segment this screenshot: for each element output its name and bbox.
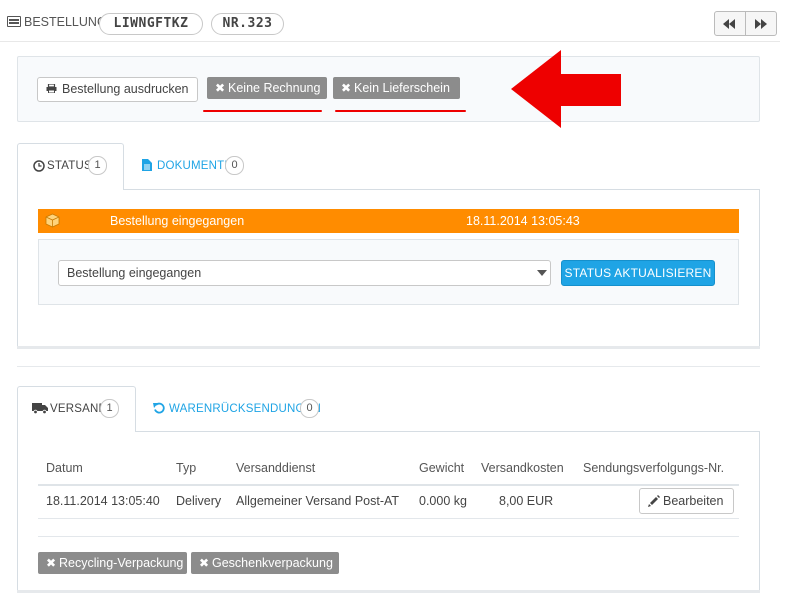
table-header-tracking: Sendungsverfolgungs-Nr. [583, 461, 725, 475]
panel-shadow [17, 346, 760, 349]
recycling-packaging-label: Recycling-Verpackung [59, 556, 184, 570]
panel-shadow [17, 590, 760, 593]
status-history-name: Bestellung eingegangen [110, 214, 245, 228]
close-icon: ✖ [46, 556, 57, 570]
section-divider [38, 536, 739, 537]
close-icon: ✖ [199, 556, 210, 570]
table-header-carrier: Versanddienst [236, 461, 316, 475]
table-header-type: Typ [176, 461, 197, 475]
table-header-weight: Gewicht [419, 461, 465, 475]
rewind-icon-part [729, 19, 735, 29]
pencil-icon [648, 495, 660, 507]
table-header-cost: Versandkosten [481, 461, 564, 475]
no-delivery-slip-label: Kein Lieferschein [354, 81, 450, 95]
table-header-divider [38, 484, 739, 486]
order-reference-badge: LIWNGFTKZ [99, 13, 203, 35]
chevron-down-icon [537, 270, 547, 276]
printer-icon [46, 84, 57, 93]
page-title: BESTELLUNG [24, 15, 107, 29]
tab-returns-label: WARENRÜCKSENDUNGEN [169, 403, 322, 415]
file-icon [142, 159, 152, 171]
no-invoice-label: Keine Rechnung [228, 81, 321, 95]
order-number-badge: NR.323 [211, 13, 284, 35]
undo-icon [153, 402, 165, 414]
annotation-underline [335, 110, 466, 112]
clock-icon [33, 160, 45, 172]
shipment-carrier: Allgemeiner Versand Post-AT [236, 494, 400, 508]
table-row-divider [38, 518, 739, 519]
shipment-cost: 8,00 EUR [499, 494, 554, 508]
update-status-button[interactable]: STATUS AKTUALISIEREN [561, 260, 715, 286]
shipment-type: Delivery [176, 494, 222, 508]
no-invoice-button[interactable]: ✖ Keine Rechnung [207, 77, 327, 99]
shipment-weight: 0.000 kg [419, 494, 467, 508]
order-icon [7, 16, 21, 27]
tab-connector [18, 430, 135, 432]
tab-connector [18, 188, 123, 190]
tab-shipping-count: 1 [100, 399, 119, 418]
gift-wrapping-button[interactable]: ✖ Geschenkverpackung [191, 552, 339, 574]
fast-forward-icon-part [761, 19, 767, 29]
tab-status-count: 1 [88, 156, 107, 175]
header-divider [0, 41, 780, 42]
package-icon [45, 213, 60, 228]
status-select[interactable]: Bestellung eingegangen [58, 260, 551, 286]
gift-wrapping-label: Geschenkverpackung [212, 556, 333, 570]
tab-returns-count: 0 [300, 399, 319, 418]
status-history-date: 18.11.2014 13:05:43 [466, 214, 580, 228]
section-divider [17, 366, 760, 367]
truck-icon [32, 403, 48, 414]
tab-shipping-label: VERSAND [50, 403, 107, 415]
close-icon: ✖ [341, 81, 352, 95]
tab-status-label: STATUS [47, 160, 92, 172]
print-order-button[interactable]: Bestellung ausdrucken [37, 77, 198, 102]
annotation-underline [203, 110, 322, 112]
tab-documents-label: DOKUMENTE [157, 160, 233, 172]
no-delivery-slip-button[interactable]: ✖ Kein Lieferschein [333, 77, 460, 99]
previous-order-button[interactable] [714, 11, 746, 36]
recycling-packaging-button[interactable]: ✖ Recycling-Verpackung [38, 552, 187, 574]
tab-documents-count: 0 [225, 156, 244, 175]
shipment-date: 18.11.2014 13:05:40 [46, 494, 160, 508]
close-icon: ✖ [215, 81, 226, 95]
next-order-button[interactable] [745, 11, 777, 36]
annotation-arrow-icon [511, 50, 621, 128]
table-header-date: Datum [46, 461, 83, 475]
